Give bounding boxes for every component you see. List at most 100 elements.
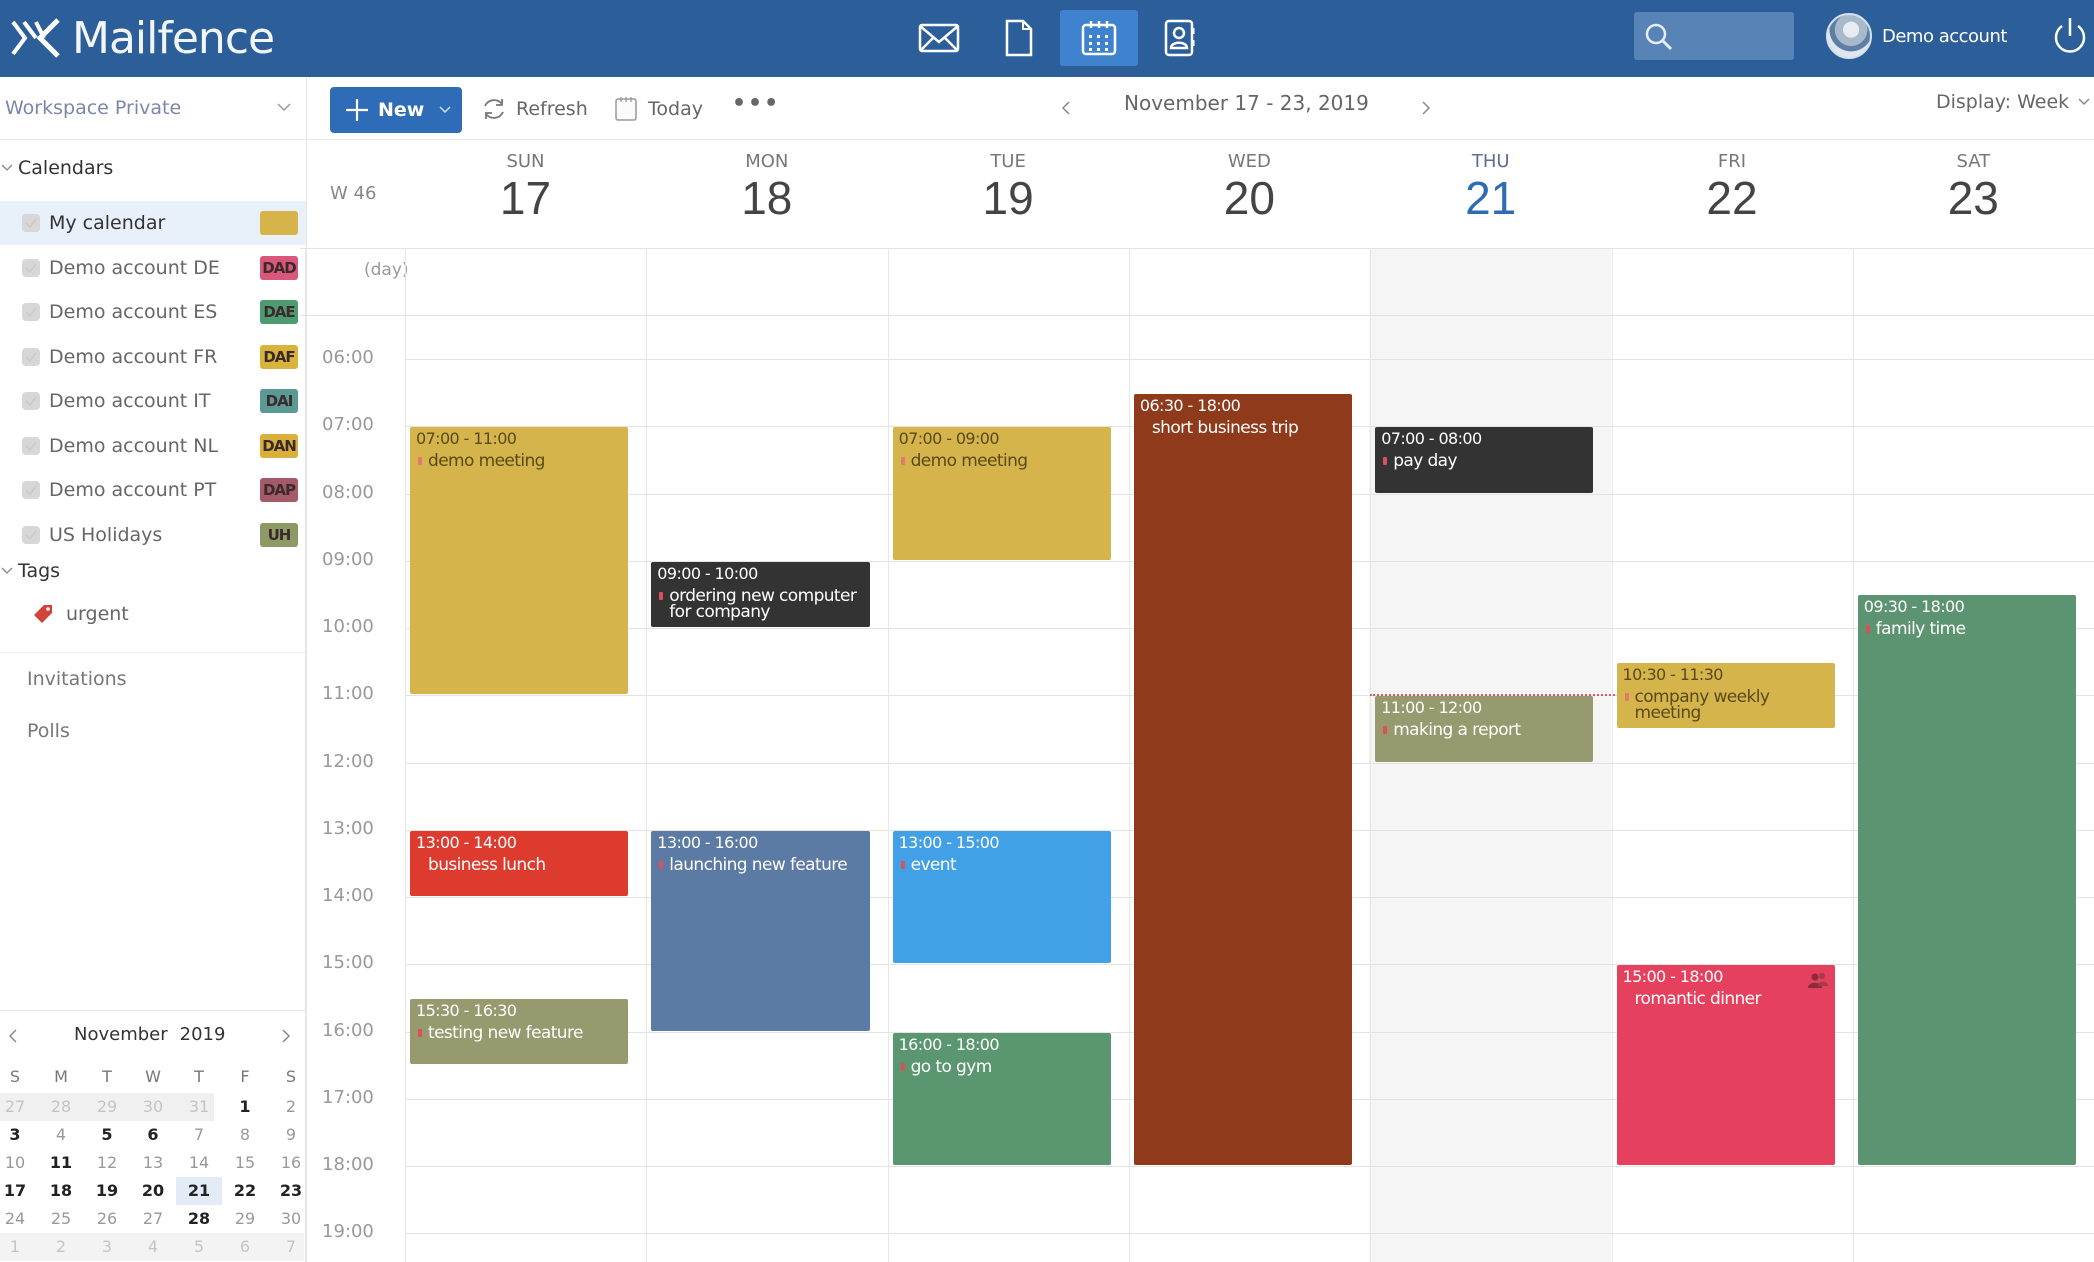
calendar-event[interactable]: 13:00 - 14:00 business lunch [410,830,629,896]
mini-day[interactable]: 14 [176,1149,222,1177]
app-contacts-button[interactable] [1140,10,1218,66]
app-calendar-button[interactable] [1060,10,1138,66]
day-header-tue[interactable]: TUE 19 [888,151,1129,224]
polls-link[interactable]: Polls [27,720,70,742]
mini-day[interactable]: 4 [38,1121,84,1149]
next-week-icon[interactable] [1418,97,1434,119]
mini-day[interactable]: 28 [38,1093,84,1121]
calendar-item[interactable]: Demo account IT DAI [0,379,306,423]
calendar-item[interactable]: My calendar [0,201,306,245]
mini-day[interactable]: 30 [130,1093,176,1121]
mini-day[interactable]: 10 [0,1149,38,1177]
mini-day[interactable]: 22 [222,1177,268,1205]
mini-day[interactable]: 25 [38,1205,84,1233]
mailfence-logo[interactable]: Mailfence [10,8,275,68]
mini-day[interactable]: 4 [130,1233,176,1261]
calendar-item[interactable]: Demo account ES DAE [0,290,306,334]
calendar-event[interactable]: 06:30 - 18:00 short business trip [1133,393,1353,1165]
mini-day[interactable]: 6 [130,1121,176,1149]
calendar-event[interactable]: 10:30 - 11:30 company weekly meeting [1616,662,1835,728]
mini-day[interactable]: 8 [222,1121,268,1149]
calendars-section-toggle[interactable]: Calendars [0,157,113,179]
day-header-sun[interactable]: SUN 17 [405,151,646,224]
mini-day[interactable]: 17 [0,1177,38,1205]
invitations-link[interactable]: Invitations [27,668,127,690]
day-header-wed[interactable]: WED 20 [1129,151,1370,224]
mini-day[interactable]: 12 [84,1149,130,1177]
day-header-fri[interactable]: FRI 22 [1612,151,1853,224]
calendar-event[interactable]: 15:30 - 16:30 testing new feature [410,998,629,1065]
app-documents-button[interactable] [980,10,1058,66]
calendar-checkbox[interactable] [22,214,40,232]
calendar-checkbox[interactable] [22,525,40,544]
mini-day[interactable]: 7 [176,1121,222,1149]
mini-day[interactable]: 1 [0,1233,38,1261]
mini-day[interactable]: 31 [176,1093,222,1121]
mini-day[interactable]: 28 [176,1205,222,1233]
mini-day[interactable]: 27 [0,1093,38,1121]
calendar-item[interactable]: Demo account FR DAF [0,335,306,379]
mini-day[interactable]: 24 [0,1205,38,1233]
calendar-item[interactable]: Demo account DE DAD [0,246,306,290]
calendar-color-badge[interactable] [260,211,298,235]
app-mail-button[interactable] [900,10,978,66]
mini-day[interactable]: 3 [84,1233,130,1261]
mini-day[interactable]: 15 [222,1149,268,1177]
previous-week-icon[interactable] [1058,97,1074,119]
calendar-item[interactable]: US Holidays UH [0,513,306,557]
search-box[interactable] [1634,12,1794,60]
mini-day[interactable]: 5 [84,1121,130,1149]
more-options-button[interactable]: ••• [732,91,780,116]
calendar-event[interactable]: 16:00 - 18:00 go to gym [892,1032,1111,1165]
calendar-event[interactable]: 07:00 - 09:00 demo meeting [892,427,1111,560]
day-header-mon[interactable]: MON 18 [646,151,887,224]
chevron-down-icon[interactable] [438,103,452,117]
calendar-checkbox[interactable] [22,436,40,455]
calendar-checkbox[interactable] [22,481,40,499]
calendar-checkbox[interactable] [22,258,40,277]
mini-day[interactable]: 29 [84,1093,130,1121]
calendar-event[interactable]: 13:00 - 15:00 event [892,830,1111,964]
calendar-color-badge[interactable]: UH [260,522,298,547]
calendar-event[interactable]: 15:00 - 18:00 romantic dinner [1616,965,1835,1165]
today-button[interactable]: Today [612,89,703,129]
mini-day[interactable]: 26 [84,1205,130,1233]
day-header-thu[interactable]: THU 21 [1370,151,1611,224]
mini-day[interactable]: 20 [130,1177,176,1205]
calendar-checkbox[interactable] [22,303,40,321]
mini-day[interactable]: 6 [222,1233,268,1261]
mini-day[interactable]: 3 [0,1121,38,1149]
mini-day[interactable]: 2 [38,1233,84,1261]
mini-day[interactable]: 29 [222,1205,268,1233]
calendar-event[interactable]: 07:00 - 11:00 demo meeting [410,427,629,695]
mini-month[interactable]: November [74,1024,168,1045]
mini-next-month-icon[interactable] [276,1025,296,1047]
calendar-event[interactable]: 09:30 - 18:00 family time [1857,595,2077,1165]
calendar-event[interactable]: 13:00 - 16:00 launching new feature [651,830,870,1031]
calendar-event[interactable]: 07:00 - 08:00 pay day [1375,427,1594,493]
calendar-event[interactable]: 09:00 - 10:00 ordering new computer for c… [651,561,870,627]
mini-day[interactable]: 5 [176,1233,222,1261]
calendar-color-badge[interactable]: DAI [260,389,298,413]
calendar-color-badge[interactable]: DAF [260,344,298,369]
workspace-selector[interactable]: Workspace Private [0,77,306,140]
display-mode-select[interactable]: Display: Week [1936,91,2091,113]
calendar-color-badge[interactable]: DAP [260,478,298,502]
calendar-checkbox[interactable] [22,392,40,410]
calendar-event[interactable]: 11:00 - 12:00 making a report [1375,696,1594,762]
tag-urgent[interactable]: urgent [32,603,129,625]
calendar-item[interactable]: Demo account NL DAN [0,424,306,468]
calendar-item[interactable]: Demo account PT DAP [0,468,306,512]
calendar-color-badge[interactable]: DAE [260,300,298,324]
calendar-color-badge[interactable]: DAD [260,255,298,280]
logout-power-icon[interactable] [2050,14,2090,58]
day-header-sat[interactable]: SAT 23 [1853,151,2094,224]
mini-day[interactable]: 19 [84,1177,130,1205]
search-input[interactable] [1680,20,1785,52]
mini-year[interactable]: 2019 [180,1024,226,1045]
mini-day[interactable]: 21 [176,1177,222,1205]
mini-day[interactable]: 13 [130,1149,176,1177]
tags-section-toggle[interactable]: Tags [0,560,60,582]
mini-prev-month-icon[interactable] [3,1025,23,1047]
calendar-color-badge[interactable]: DAN [260,433,298,458]
